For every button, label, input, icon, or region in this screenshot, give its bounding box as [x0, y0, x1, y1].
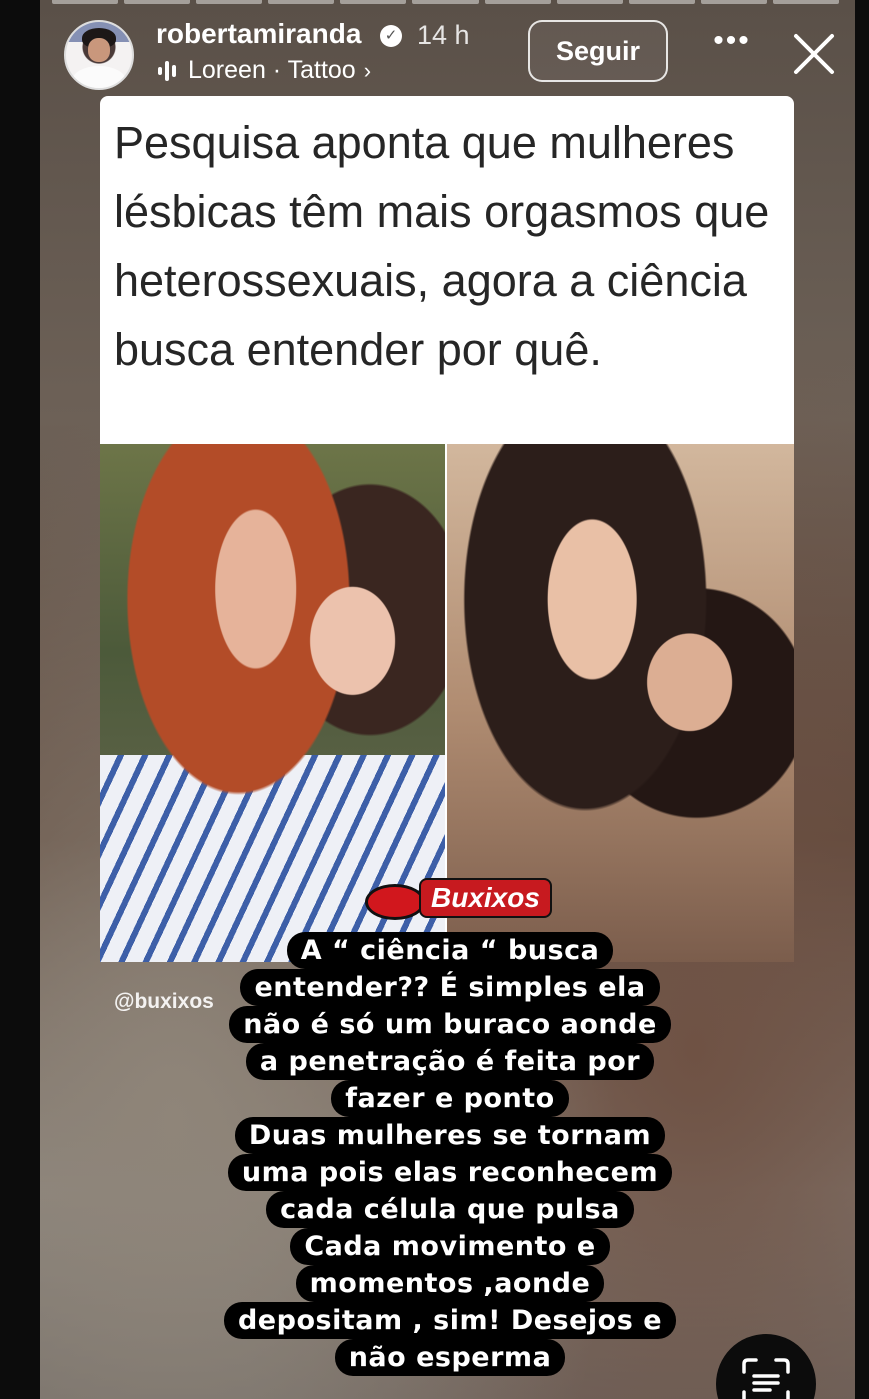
progress-segment — [628, 0, 695, 4]
verified-badge-icon: ✓ — [380, 25, 402, 47]
caption-line: A “ ciência “ busca — [286, 932, 614, 969]
close-icon[interactable] — [790, 30, 838, 78]
progress-segment — [484, 0, 551, 4]
story-frame: robertamiranda ✓ 14 h Loreen · Tattoo › … — [0, 0, 869, 1399]
lips-icon — [365, 884, 425, 920]
caption-line: Duas mulheres se tornam — [234, 1117, 666, 1154]
progress-segment — [52, 0, 119, 4]
username[interactable]: robertamiranda — [156, 18, 361, 50]
caption-line: não é só um buraco aonde — [229, 1006, 671, 1043]
post-time: 14 h — [417, 20, 470, 50]
post-headline: Pesquisa aponta que mulheres lésbicas tê… — [114, 117, 770, 375]
caption-line: fazer e ponto — [331, 1080, 569, 1117]
caption-line: uma pois elas reconhecem — [227, 1154, 673, 1191]
follow-button[interactable]: Seguir — [528, 20, 668, 82]
text-scan-button[interactable] — [716, 1334, 816, 1399]
right-edge — [855, 0, 869, 1399]
caption-line: não esperma — [334, 1339, 566, 1376]
audio-bars-icon — [158, 60, 176, 82]
progress-segment — [556, 0, 623, 4]
progress-segment — [700, 0, 767, 4]
progress-segment — [340, 0, 407, 4]
progress-segment — [124, 0, 191, 4]
progress-segment — [268, 0, 335, 4]
story-text-caption: A “ ciência “ busca entender?? É simples … — [190, 932, 710, 1376]
music-attribution[interactable]: Loreen · Tattoo › — [158, 56, 371, 85]
caption-line: Cada movimento e — [290, 1228, 610, 1265]
caption-line: depositam , sim! Desejos e — [223, 1302, 677, 1339]
progress-segment — [412, 0, 479, 4]
buxixos-logo: Buxixos — [365, 878, 552, 928]
caption-line: entender?? É simples ela — [240, 969, 660, 1006]
text-scan-icon — [742, 1358, 790, 1399]
left-edge — [0, 0, 40, 1399]
avatar[interactable] — [64, 20, 134, 90]
music-label: Loreen · Tattoo — [188, 56, 356, 84]
progress-segment — [196, 0, 263, 4]
caption-line: momentos ,aonde — [295, 1265, 605, 1302]
more-options-icon[interactable]: ••• — [712, 26, 752, 64]
chevron-right-icon: › — [363, 57, 372, 83]
story-progress-bar — [52, 0, 840, 4]
caption-line: a penetração é feita por — [245, 1043, 655, 1080]
logo-text: Buxixos — [419, 878, 552, 918]
caption-line: cada célula que pulsa — [266, 1191, 634, 1228]
progress-segment — [772, 0, 840, 4]
